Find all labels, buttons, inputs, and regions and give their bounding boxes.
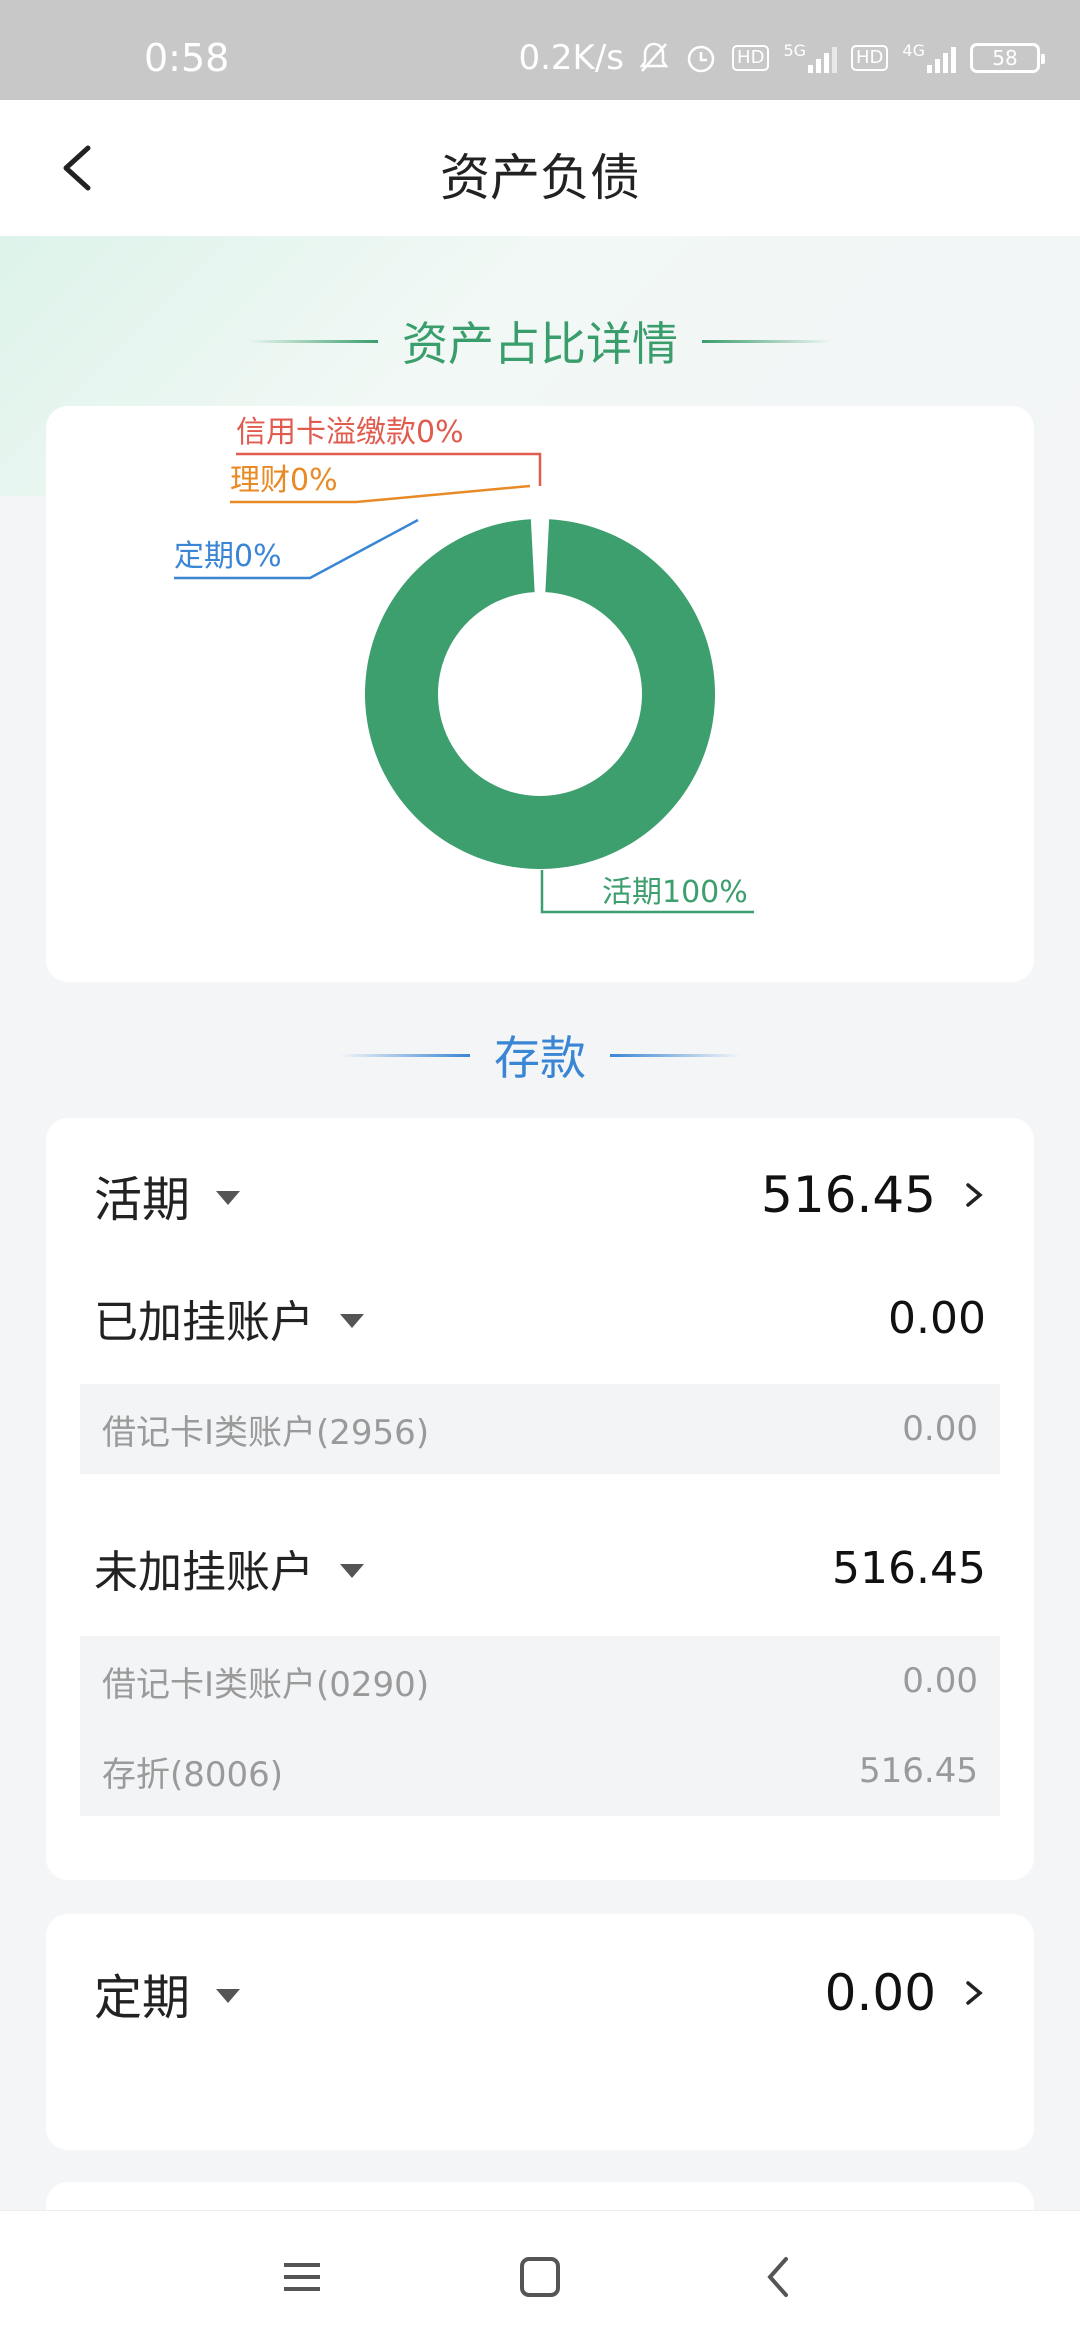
status-time: 0:58	[144, 36, 230, 80]
deposit-section-label: 存款	[494, 1031, 586, 1085]
signal-4g-icon: 4G	[902, 41, 956, 75]
current-label: 活期	[94, 1172, 191, 1228]
app-header: 资产负债	[0, 100, 1080, 236]
unlinked-accounts-row[interactable]: 未加挂账户 516.45	[94, 1536, 986, 1600]
asset-donut-chart: 活期100% 定期0% 理财0% 信用卡溢缴款0%	[174, 415, 754, 914]
linked-label: 已加挂账户	[94, 1297, 314, 1348]
account-name: 借记卡I类账户(0290)	[102, 1664, 430, 1705]
caret-down-icon[interactable]	[216, 1191, 241, 1205]
deposit-section-title: 存款	[0, 1022, 1080, 1088]
divider-right	[702, 339, 832, 343]
network-5g-label: 5G	[783, 41, 807, 60]
donut-slice-0	[365, 519, 715, 869]
menu-icon[interactable]	[272, 2253, 332, 2301]
unlinked-label-group[interactable]: 未加挂账户	[94, 1536, 364, 1600]
home-icon[interactable]	[510, 2253, 570, 2301]
account-row[interactable]: 存折(8006) 516.45	[80, 1726, 1000, 1816]
page-title: 资产负债	[440, 149, 640, 207]
fixed-row[interactable]: 定期 0.00	[94, 1958, 986, 2028]
unlinked-accounts-list: 借记卡I类账户(0290) 0.00 存折(8006) 516.45	[80, 1636, 1000, 1816]
divider-left	[248, 339, 378, 343]
hd-badge: HD	[732, 45, 770, 71]
alarm-icon	[684, 41, 718, 75]
callout-label-3: 信用卡溢缴款0%	[236, 415, 464, 450]
account-name: 借记卡I类账户(2956)	[102, 1412, 430, 1453]
status-bar: 0:58 0.2K/s HD 5G HD 4G 58	[0, 0, 1080, 100]
current-row[interactable]: 活期 516.45	[94, 1160, 986, 1230]
account-amount: 0.00	[902, 1661, 978, 1701]
status-icons: 0.2K/s HD 5G HD 4G 58	[518, 38, 1045, 78]
unlinked-label: 未加挂账户	[94, 1547, 314, 1598]
signal-5g-icon: 5G	[783, 41, 838, 75]
account-row[interactable]: 借记卡I类账户(0290) 0.00	[80, 1636, 1000, 1726]
account-name: 存折(8006)	[102, 1754, 284, 1795]
asset-section-label: 资产占比详情	[402, 317, 678, 371]
current-label-group[interactable]: 活期	[94, 1160, 241, 1230]
callout-label-2: 理财0%	[230, 463, 338, 498]
linked-amount: 0.00	[888, 1292, 986, 1344]
system-nav-bar	[0, 2210, 1080, 2340]
linked-accounts-list: 借记卡I类账户(2956) 0.00	[80, 1384, 1000, 1474]
callout-label-0: 活期100%	[602, 875, 748, 910]
asset-chart-card: 活期100% 定期0% 理财0% 信用卡溢缴款0%	[46, 406, 1034, 982]
network-4g-label: 4G	[902, 41, 925, 60]
callout-label-1: 定期0%	[174, 539, 282, 574]
net-speed: 0.2K/s	[518, 38, 625, 78]
mute-bell-icon	[638, 41, 670, 75]
battery-icon: 58	[970, 43, 1045, 73]
divider-right	[610, 1053, 740, 1057]
chevron-right-icon[interactable]	[962, 1981, 986, 2005]
current-amount: 516.45	[761, 1166, 936, 1224]
account-amount: 0.00	[902, 1409, 978, 1449]
fixed-label-group[interactable]: 定期	[94, 1958, 241, 2028]
fixed-deposit-card: 定期 0.00	[46, 1914, 1034, 2150]
caret-down-icon[interactable]	[216, 1989, 241, 2003]
linked-label-group[interactable]: 已加挂账户	[94, 1286, 364, 1350]
caret-down-icon[interactable]	[340, 1564, 364, 1578]
unlinked-amount: 516.45	[832, 1542, 986, 1594]
fixed-label: 定期	[94, 1970, 191, 2026]
asset-section-title: 资产占比详情	[0, 308, 1080, 374]
fixed-amount: 0.00	[824, 1964, 936, 2022]
fixed-amount-group[interactable]: 0.00	[825, 1964, 986, 2022]
current-amount-group[interactable]: 516.45	[761, 1166, 986, 1224]
divider-left	[340, 1053, 470, 1057]
hd-badge-2: HD	[851, 45, 889, 71]
account-amount: 516.45	[859, 1751, 978, 1791]
account-row[interactable]: 借记卡I类账户(2956) 0.00	[80, 1384, 1000, 1474]
current-deposit-card: 活期 516.45 已加挂账户 0.00 借记卡I类账户(2956) 0.00 …	[46, 1118, 1034, 1880]
caret-down-icon[interactable]	[340, 1314, 364, 1328]
linked-accounts-row[interactable]: 已加挂账户 0.00	[94, 1286, 986, 1350]
back-icon[interactable]	[748, 2253, 808, 2301]
chevron-right-icon[interactable]	[962, 1183, 986, 1207]
